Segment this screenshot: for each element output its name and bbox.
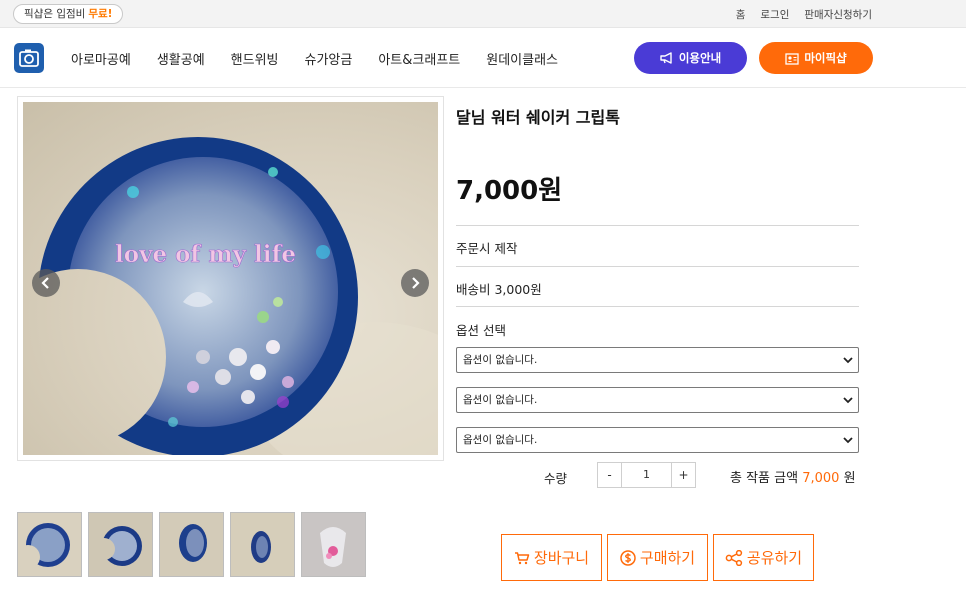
main-header: 아로마공예 생활공예 핸드위빙 슈가앙금 아트&크래프트 원데이클래스 이용안내… (0, 28, 966, 88)
next-image-button[interactable] (401, 269, 429, 297)
chevron-right-icon (412, 277, 420, 289)
quantity-stepper: - 1 + (597, 462, 696, 488)
product-photo: love of my life (23, 102, 438, 455)
buy-label: 구매하기 (639, 549, 696, 567)
mypage-button[interactable]: 마이픽샵 (759, 42, 873, 74)
nav-item-living[interactable]: 생활공예 (157, 49, 205, 68)
quantity-input[interactable]: 1 (622, 463, 671, 487)
thumbnail-5[interactable] (301, 512, 366, 577)
option-select-value: 옵션이 없습니다. (463, 394, 538, 406)
category-nav: 아로마공예 생활공예 핸드위빙 슈가앙금 아트&크래프트 원데이클래스 (71, 28, 584, 88)
option-select-1[interactable]: 옵션이 없습니다. (456, 347, 859, 373)
thumbnail-image (231, 513, 294, 576)
thumbnail-image (160, 513, 223, 576)
divider (456, 225, 859, 226)
megaphone-icon (660, 52, 672, 64)
total-unit: 원 (843, 471, 856, 486)
shipping-fee-text: 배송비 3,000원 (456, 282, 542, 297)
cart-label: 장바구니 (533, 549, 590, 567)
total-label: 총 작품 금액 (730, 471, 799, 486)
cart-icon (514, 551, 530, 564)
thumbnail-image (302, 513, 365, 576)
guide-label: 이용안내 (678, 51, 722, 65)
quantity-increase-button[interactable]: + (671, 463, 695, 487)
nav-item-aroma[interactable]: 아로마공예 (71, 49, 131, 68)
promo-highlight: 무료! (88, 8, 113, 20)
crescent-grip-photo: love of my life (38, 137, 438, 455)
login-link[interactable]: 로그인 (760, 7, 789, 22)
logo[interactable] (14, 43, 44, 73)
product-title: 달님 워터 쉐이커 그립톡 (456, 108, 620, 127)
thumbnail-image (89, 513, 152, 576)
add-to-cart-button[interactable]: 장바구니 (501, 534, 602, 581)
option-select-value: 옵션이 없습니다. (463, 354, 538, 366)
quantity-label: 수량 (544, 471, 568, 486)
product-image-viewer: love of my life (17, 96, 444, 461)
thumbnail-3[interactable] (159, 512, 224, 577)
guide-button[interactable]: 이용안내 (634, 42, 747, 74)
thumbnail-4[interactable] (230, 512, 295, 577)
nav-item-weaving[interactable]: 핸드위빙 (231, 49, 279, 68)
option-select-label: 옵션 선택 (456, 323, 506, 338)
divider (456, 306, 859, 307)
camera-logo-icon (19, 49, 39, 67)
share-button[interactable]: 공유하기 (713, 534, 814, 581)
id-card-icon (785, 52, 799, 65)
share-label: 공유하기 (746, 549, 803, 567)
thumbnail-2[interactable] (88, 512, 153, 577)
home-link[interactable]: 홈 (736, 7, 746, 22)
thumbnail-1[interactable] (17, 512, 82, 577)
nav-item-oneday[interactable]: 원데이클래스 (486, 49, 558, 68)
chevron-down-icon (843, 357, 853, 364)
seller-signup-link[interactable]: 판매자신청하기 (804, 7, 872, 22)
option-select-3[interactable]: 옵션이 없습니다. (456, 427, 859, 453)
chevron-down-icon (843, 397, 853, 404)
nav-item-sugar[interactable]: 슈가앙금 (305, 49, 353, 68)
divider (456, 266, 859, 267)
quantity-decrease-button[interactable]: - (598, 463, 622, 487)
promo-badge: 픽샵은 입점비 무료! (13, 4, 124, 24)
top-links: 홈 로그인 판매자신청하기 (721, 0, 872, 28)
total-amount: 7,000 (802, 471, 840, 486)
promo-text: 픽샵은 입점비 (24, 8, 86, 20)
option-select-2[interactable]: 옵션이 없습니다. (456, 387, 859, 413)
mypage-label: 마이픽샵 (804, 51, 847, 65)
dollar-coin-icon (620, 549, 636, 566)
chevron-down-icon (843, 437, 853, 444)
photo-text: love of my life (115, 241, 296, 268)
nav-item-art-craft[interactable]: 아트&크래프트 (378, 49, 460, 68)
total-price: 총 작품 금액 7,000 원 (730, 467, 856, 486)
thumbnail-image (18, 513, 81, 576)
buy-now-button[interactable]: 구매하기 (607, 534, 708, 581)
share-icon (725, 549, 743, 566)
chevron-left-icon (41, 277, 49, 289)
made-to-order-text: 주문시 제작 (456, 241, 518, 256)
top-bar: 픽샵은 입점비 무료! 홈 로그인 판매자신청하기 (0, 0, 966, 28)
prev-image-button[interactable] (32, 269, 60, 297)
option-select-value: 옵션이 없습니다. (463, 434, 538, 446)
product-price: 7,000원 (456, 176, 563, 206)
